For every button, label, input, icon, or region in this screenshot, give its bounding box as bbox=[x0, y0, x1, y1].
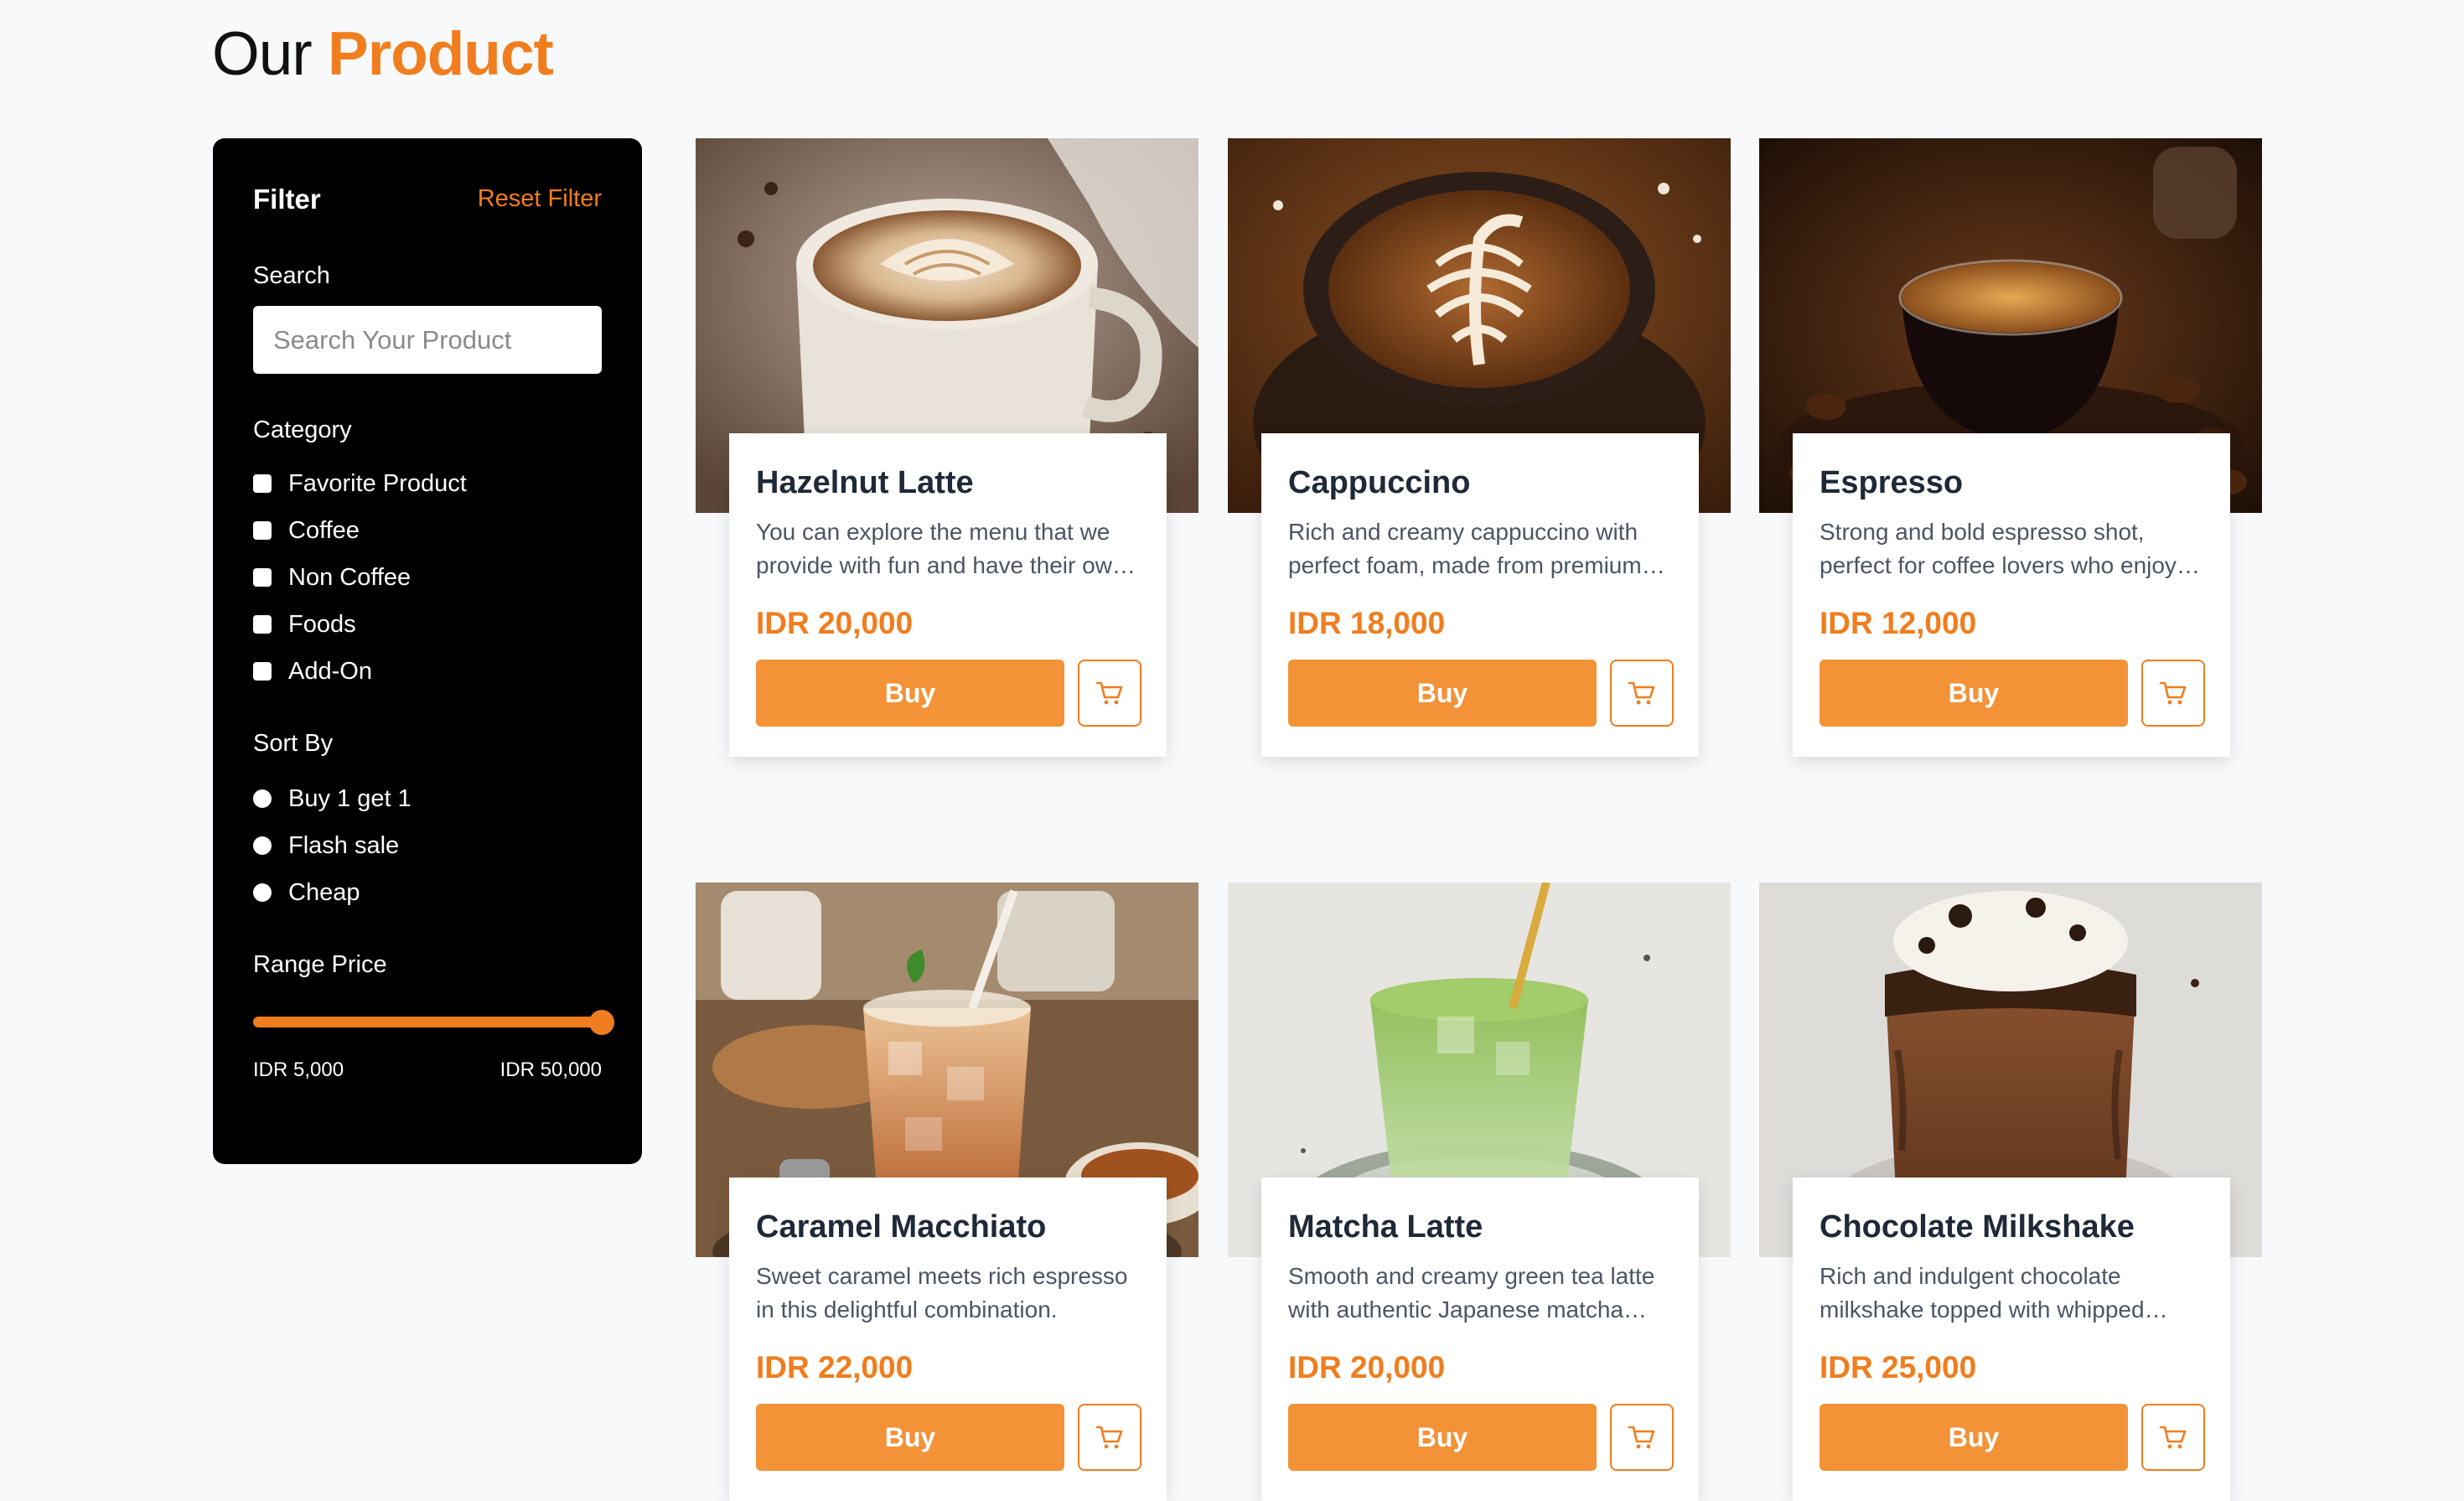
buy-button[interactable]: Buy bbox=[756, 660, 1064, 727]
product-name: Caramel Macchiato bbox=[756, 1209, 1047, 1245]
category-option[interactable]: Favorite Product bbox=[253, 467, 467, 500]
page-title-accent: Product bbox=[328, 20, 554, 88]
category-option-label: Add-On bbox=[288, 657, 372, 685]
product-price: IDR 20,000 bbox=[1288, 1350, 1446, 1385]
page-title: Our Product bbox=[212, 18, 554, 91]
range-min-label: IDR 5,000 bbox=[253, 1058, 344, 1081]
product-name: Hazelnut Latte bbox=[756, 465, 974, 500]
product-info: Chocolate Milkshake Rich and indulgent c… bbox=[1793, 1178, 2230, 1501]
product-price: IDR 22,000 bbox=[756, 1350, 914, 1385]
cart-icon bbox=[1628, 681, 1655, 705]
range-max-label: IDR 50,000 bbox=[500, 1058, 602, 1081]
checkbox[interactable] bbox=[253, 568, 272, 587]
category-option-label: Non Coffee bbox=[288, 563, 412, 591]
sort-option[interactable]: Cheap bbox=[253, 876, 360, 909]
category-option[interactable]: Foods bbox=[253, 608, 356, 641]
buy-button[interactable]: Buy bbox=[1288, 660, 1597, 727]
add-to-cart-button[interactable] bbox=[1610, 1404, 1674, 1471]
product-info: Hazelnut Latte You can explore the menu … bbox=[729, 433, 1167, 757]
search-label: Search bbox=[253, 262, 330, 289]
cart-icon bbox=[2159, 681, 2187, 705]
price-range-slider[interactable] bbox=[253, 1010, 614, 1035]
cart-icon bbox=[2159, 1426, 2187, 1449]
product-price: IDR 18,000 bbox=[1288, 606, 1446, 640]
sort-option[interactable]: Buy 1 get 1 bbox=[253, 782, 412, 815]
product-price: IDR 12,000 bbox=[1820, 606, 1977, 640]
product-price: IDR 20,000 bbox=[756, 606, 914, 640]
reset-filter-link[interactable]: Reset Filter bbox=[478, 185, 602, 213]
radio-button[interactable] bbox=[253, 836, 272, 855]
add-to-cart-button[interactable] bbox=[1078, 660, 1141, 727]
product-description: Rich and creamy cappuccino with perfect … bbox=[1288, 519, 1642, 578]
product-name: Matcha Latte bbox=[1288, 1209, 1483, 1245]
category-option[interactable]: Coffee bbox=[253, 514, 360, 547]
range-price-label: Range Price bbox=[253, 951, 387, 978]
checkbox[interactable] bbox=[253, 615, 272, 634]
sort-option-label: Flash sale bbox=[288, 831, 400, 859]
slider-thumb[interactable] bbox=[589, 1010, 614, 1035]
category-option[interactable]: Add-On bbox=[253, 655, 372, 688]
buy-button[interactable]: Buy bbox=[1288, 1404, 1597, 1471]
checkbox[interactable] bbox=[253, 521, 272, 540]
product-info: Caramel Macchiato Sweet caramel meets ri… bbox=[729, 1178, 1167, 1501]
cart-icon bbox=[1628, 1426, 1655, 1449]
product-description: Rich and indulgent chocolate milkshake t… bbox=[1820, 1263, 2145, 1322]
filter-title: Filter bbox=[253, 184, 321, 215]
buy-button[interactable]: Buy bbox=[1820, 660, 2128, 727]
radio-button[interactable] bbox=[253, 883, 272, 902]
page-title-prefix: Our bbox=[212, 20, 313, 88]
product-description: Sweet caramel meets rich espresso in thi… bbox=[756, 1263, 1128, 1322]
sort-by-label: Sort By bbox=[253, 730, 334, 757]
radio-button[interactable] bbox=[253, 789, 272, 808]
add-to-cart-button[interactable] bbox=[1610, 660, 1674, 727]
product-name: Espresso bbox=[1820, 465, 1964, 500]
category-option-label: Coffee bbox=[288, 516, 360, 544]
checkbox[interactable] bbox=[253, 474, 272, 493]
product-name: Cappuccino bbox=[1288, 465, 1471, 500]
add-to-cart-button[interactable] bbox=[2141, 660, 2205, 727]
product-description: You can explore the menu that we provide… bbox=[756, 519, 1126, 578]
checkbox[interactable] bbox=[253, 662, 272, 681]
category-label: Category bbox=[253, 417, 352, 443]
product-info: Espresso Strong and bold espresso shot, … bbox=[1793, 433, 2230, 757]
product-info: Cappuccino Rich and creamy cappuccino wi… bbox=[1261, 433, 1699, 757]
buy-button[interactable]: Buy bbox=[1820, 1404, 2128, 1471]
product-name: Chocolate Milkshake bbox=[1820, 1209, 2135, 1245]
category-option[interactable]: Non Coffee bbox=[253, 561, 411, 594]
sort-option[interactable]: Flash sale bbox=[253, 829, 399, 862]
add-to-cart-button[interactable] bbox=[2141, 1404, 2205, 1471]
buy-button[interactable]: Buy bbox=[756, 1404, 1064, 1471]
product-description: Smooth and creamy green tea latte with a… bbox=[1288, 1263, 1655, 1322]
sort-option-label: Cheap bbox=[288, 878, 360, 906]
category-option-label: Foods bbox=[288, 610, 356, 638]
category-option-label: Favorite Product bbox=[288, 469, 467, 497]
add-to-cart-button[interactable] bbox=[1078, 1404, 1141, 1471]
search-input[interactable] bbox=[253, 306, 602, 374]
cart-icon bbox=[1095, 681, 1123, 705]
slider-fill bbox=[253, 1017, 602, 1027]
product-info: Matcha Latte Smooth and creamy green tea… bbox=[1261, 1178, 1699, 1501]
product-price: IDR 25,000 bbox=[1820, 1350, 1977, 1385]
cart-icon bbox=[1095, 1426, 1123, 1449]
product-description: Strong and bold espresso shot, perfect f… bbox=[1820, 519, 2177, 578]
sort-option-label: Buy 1 get 1 bbox=[288, 784, 412, 812]
filter-panel: Filter Reset Filter Search Category Favo… bbox=[213, 138, 642, 1164]
